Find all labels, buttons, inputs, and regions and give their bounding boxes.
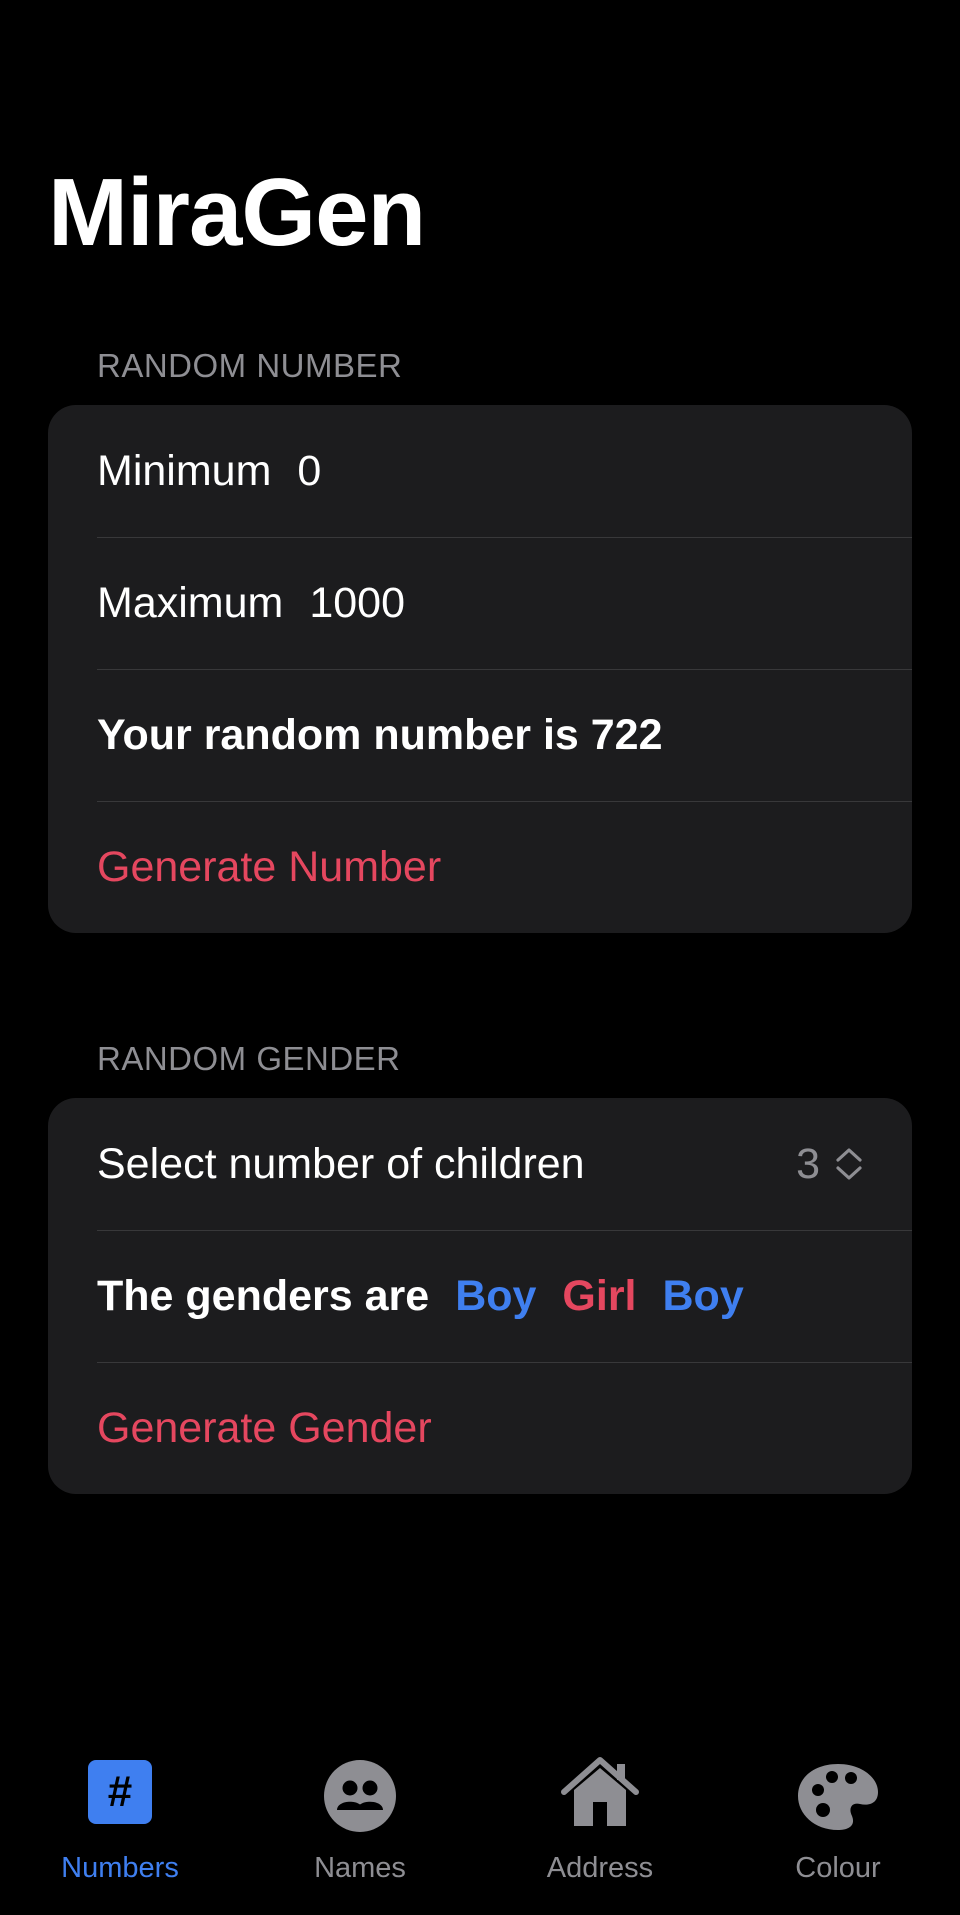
minimum-label: Minimum (97, 446, 272, 495)
page-title: MiraGen (48, 159, 426, 266)
section-header-random-number: RANDOM NUMBER (97, 347, 403, 384)
children-count-picker[interactable]: 3 (796, 1098, 864, 1230)
random-gender-card: Select number of children 3 The genders … (48, 1098, 912, 1494)
tab-address-label: Address (546, 1852, 654, 1884)
tab-bar: # Numbers Names Address Colour (0, 1740, 960, 1915)
tab-names[interactable]: Names (260, 1740, 460, 1915)
palette-icon (798, 1764, 878, 1830)
tab-address[interactable]: Address (500, 1740, 700, 1915)
house-icon (561, 1757, 639, 1826)
maximum-label: Maximum (97, 578, 284, 627)
people-icon (324, 1760, 396, 1832)
chevron-up-down-icon (836, 1148, 862, 1180)
random-number-card: Minimum 0 Maximum 1000 Your random numbe… (48, 405, 912, 933)
generate-number-button[interactable]: Generate Number (48, 801, 912, 933)
gender-result-3: Boy (662, 1271, 744, 1320)
genders-result-row: The genders are Boy Girl Boy (48, 1230, 912, 1362)
maximum-field[interactable]: Maximum 1000 (48, 537, 912, 669)
hash-icon: # (88, 1760, 152, 1824)
children-count-row: Select number of children 3 (48, 1098, 912, 1230)
maximum-value[interactable]: 1000 (309, 579, 405, 628)
random-number-result: Your random number is 722 (48, 669, 912, 801)
tab-names-label: Names (314, 1852, 406, 1884)
tab-numbers-label: Numbers (61, 1852, 179, 1884)
children-count-value: 3 (796, 1139, 820, 1188)
section-header-random-gender: RANDOM GENDER (97, 1040, 401, 1077)
children-count-label: Select number of children (97, 1139, 585, 1188)
genders-result-label: The genders are (97, 1271, 430, 1320)
gender-result-2: Girl (562, 1271, 637, 1320)
generate-gender-button[interactable]: Generate Gender (48, 1362, 912, 1494)
minimum-value[interactable]: 0 (297, 447, 321, 496)
svg-text:#: # (108, 1767, 132, 1816)
tab-colour[interactable]: Colour (738, 1740, 938, 1915)
tab-colour-label: Colour (795, 1852, 881, 1884)
minimum-field[interactable]: Minimum 0 (48, 405, 912, 537)
gender-result-1: Boy (455, 1271, 537, 1320)
tab-numbers[interactable]: # Numbers (20, 1740, 220, 1915)
